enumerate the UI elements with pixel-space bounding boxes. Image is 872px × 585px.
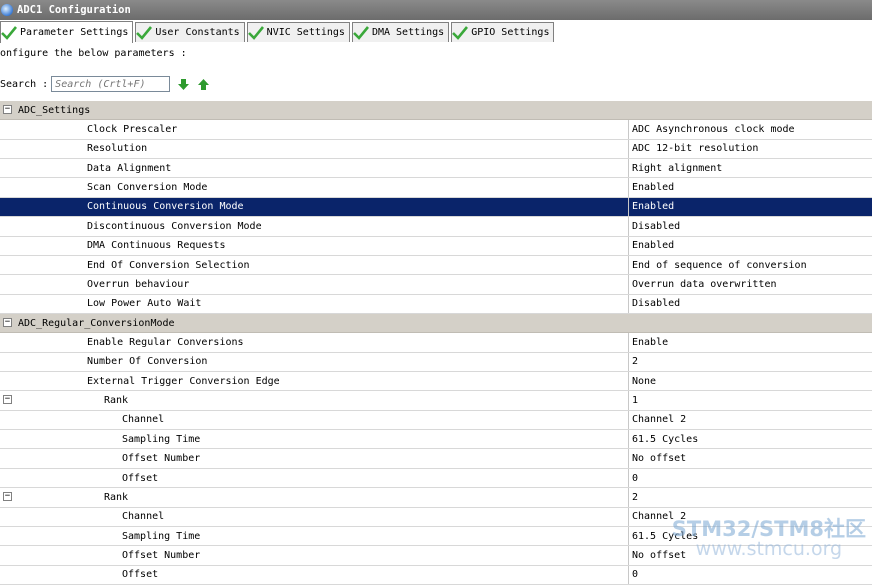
parameter-grid: − ADC_Settings Clock Prescaler ADC Async…: [0, 101, 872, 585]
param-row[interactable]: Sampling Time 61.5 Cycles: [0, 430, 872, 450]
param-value[interactable]: 1: [628, 391, 638, 410]
check-icon: [452, 25, 469, 40]
param-value[interactable]: 2: [628, 488, 638, 507]
param-value[interactable]: Enabled: [628, 178, 674, 197]
param-value[interactable]: None: [628, 372, 656, 391]
param-name: Continuous Conversion Mode: [87, 201, 244, 213]
param-name: Resolution: [87, 143, 148, 155]
param-row[interactable]: Offset Number No offset: [0, 546, 872, 566]
tab-nvic-settings[interactable]: NVIC Settings: [246, 22, 350, 42]
check-icon: [136, 25, 153, 40]
param-name: External Trigger Conversion Edge: [87, 375, 280, 387]
param-row[interactable]: Enable Regular Conversions Enable: [0, 333, 872, 353]
param-name: Enable Regular Conversions: [87, 336, 244, 348]
param-row[interactable]: Offset Number No offset: [0, 449, 872, 469]
param-row[interactable]: Resolution ADC 12-bit resolution: [0, 139, 872, 160]
tab-parameter-settings[interactable]: Parameter Settings: [0, 21, 134, 43]
param-value[interactable]: Enabled: [628, 197, 674, 217]
param-row[interactable]: DMA Continuous Requests Enabled: [0, 236, 872, 256]
param-name: Data Alignment: [87, 162, 172, 174]
param-value[interactable]: Channel 2: [628, 410, 686, 430]
param-value[interactable]: Overrun data overwritten: [628, 275, 777, 294]
param-name: Low Power Auto Wait: [87, 298, 202, 310]
group-adc-regular-conversion-mode[interactable]: − ADC_Regular_ConversionMode: [0, 313, 872, 334]
param-row[interactable]: Overrun behaviour Overrun data overwritt…: [0, 275, 872, 295]
check-icon: [353, 25, 369, 40]
param-row[interactable]: Offset 0: [0, 565, 872, 585]
param-value[interactable]: End of sequence of conversion: [628, 255, 807, 275]
param-name: Offset: [122, 472, 159, 484]
param-name: Offset Number: [122, 453, 201, 465]
tab-user-constants[interactable]: User Constants: [135, 22, 245, 42]
param-row[interactable]: External Trigger Conversion Edge None: [0, 372, 872, 392]
param-name: Sampling Time: [122, 433, 201, 445]
param-row[interactable]: Channel Channel 2: [0, 410, 872, 431]
param-value[interactable]: Disabled: [628, 217, 680, 236]
param-name: End Of Conversion Selection: [87, 259, 250, 271]
search-label: Search :: [0, 78, 49, 90]
search-row: Search :: [0, 74, 210, 94]
search-input[interactable]: [51, 76, 171, 92]
param-value[interactable]: 61.5 Cycles: [628, 430, 698, 449]
collapse-icon[interactable]: −: [3, 105, 12, 114]
arrow-down-icon[interactable]: [177, 78, 190, 91]
param-name: Number Of Conversion: [87, 356, 208, 368]
param-row[interactable]: Discontinuous Conversion Mode Disabled: [0, 217, 872, 237]
param-name: Rank: [104, 491, 129, 503]
param-row[interactable]: Low Power Auto Wait Disabled: [0, 294, 872, 314]
param-name: Offset: [122, 569, 159, 581]
group-label: ADC_Regular_ConversionMode: [18, 317, 175, 329]
window-title: ADC1 Configuration: [17, 4, 131, 16]
param-value[interactable]: 0: [628, 565, 638, 584]
param-name: Offset Number: [122, 549, 201, 561]
param-row[interactable]: Data Alignment Right alignment: [0, 159, 872, 179]
param-value[interactable]: 0: [628, 468, 638, 488]
param-value[interactable]: Right alignment: [628, 159, 722, 178]
param-name: Sampling Time: [122, 530, 201, 542]
configure-text: onfigure the below parameters :: [0, 48, 187, 59]
window-titlebar: ADC1 Configuration: [0, 0, 872, 20]
param-value[interactable]: Disabled: [628, 294, 680, 313]
param-value[interactable]: No offset: [628, 546, 686, 565]
param-value[interactable]: No offset: [628, 449, 686, 468]
param-value[interactable]: ADC 12-bit resolution: [628, 139, 758, 159]
check-icon: [1, 25, 17, 40]
group-label: ADC_Settings: [18, 104, 91, 116]
rank-row[interactable]: − Rank 1: [0, 391, 872, 411]
param-value[interactable]: ADC Asynchronous clock mode: [628, 120, 795, 139]
param-name: Channel: [122, 414, 165, 426]
param-value[interactable]: 2: [628, 352, 638, 372]
rank-row[interactable]: − Rank 2: [0, 488, 872, 508]
check-icon: [247, 25, 264, 40]
param-row[interactable]: Scan Conversion Mode Enabled: [0, 178, 872, 198]
param-value[interactable]: Channel 2: [628, 507, 686, 526]
param-row[interactable]: Sampling Time 61.5 Cycles: [0, 526, 872, 547]
collapse-icon[interactable]: −: [3, 317, 12, 327]
tab-gpio-settings[interactable]: GPIO Settings: [451, 22, 555, 42]
collapse-icon[interactable]: −: [3, 492, 12, 502]
param-name: Overrun behaviour: [87, 278, 190, 290]
param-row[interactable]: Offset 0: [0, 468, 872, 489]
tab-bar: Parameter Settings User Constants NVIC S…: [0, 21, 556, 44]
collapse-icon[interactable]: −: [3, 395, 12, 405]
param-name: Scan Conversion Mode: [87, 182, 208, 194]
arrow-up-icon[interactable]: [197, 78, 210, 91]
param-name: Discontinuous Conversion Mode: [87, 220, 262, 232]
tab-dma-settings[interactable]: DMA Settings: [351, 22, 450, 42]
param-row[interactable]: Clock Prescaler ADC Asynchronous clock m…: [0, 120, 872, 140]
param-row-selected[interactable]: Continuous Conversion Mode Enabled: [0, 197, 872, 218]
param-name: Channel: [122, 511, 165, 523]
param-name: DMA Continuous Requests: [87, 240, 226, 252]
param-value[interactable]: Enabled: [628, 236, 674, 255]
param-row[interactable]: End Of Conversion Selection End of seque…: [0, 255, 872, 276]
param-value[interactable]: Enable: [628, 333, 668, 352]
app-icon: [1, 4, 13, 16]
param-name: Rank: [104, 395, 129, 407]
param-name: Clock Prescaler: [87, 124, 178, 136]
param-row[interactable]: Channel Channel 2: [0, 507, 872, 527]
param-value[interactable]: 61.5 Cycles: [628, 526, 698, 546]
group-adc-settings[interactable]: − ADC_Settings: [0, 101, 872, 121]
param-row[interactable]: Number Of Conversion 2: [0, 352, 872, 373]
